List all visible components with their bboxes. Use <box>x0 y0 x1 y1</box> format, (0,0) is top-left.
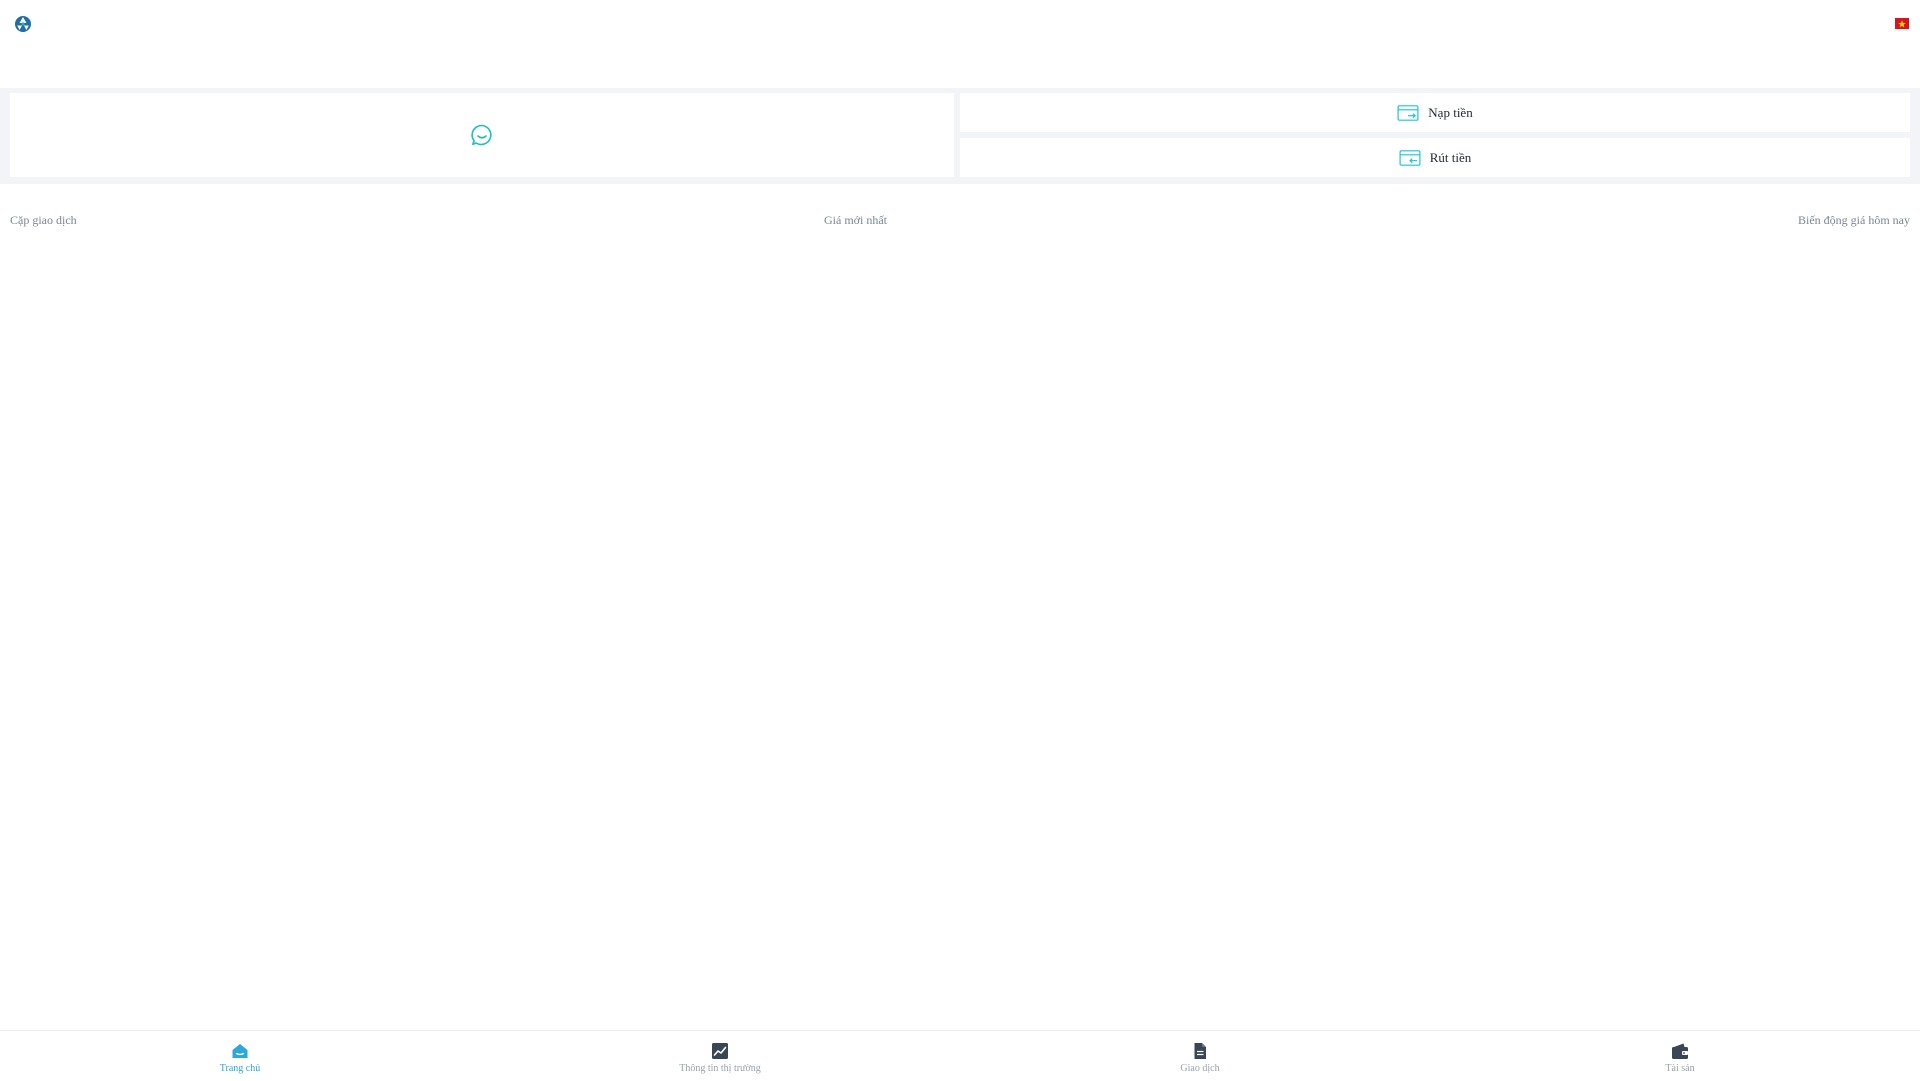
column-price-change-today: Biến động giá hôm nay <box>1798 213 1910 227</box>
chat-bubble-icon <box>471 124 492 146</box>
withdraw-button[interactable]: Rút tiền <box>960 138 1910 177</box>
nav-label-market: Thông tin thị trường <box>679 1063 761 1074</box>
nav-item-market[interactable]: Thông tin thị trường <box>480 1031 960 1081</box>
document-icon <box>1194 1043 1206 1059</box>
vietnam-flag-icon[interactable] <box>1895 18 1909 29</box>
top-header <box>0 0 1920 88</box>
home-icon <box>232 1044 248 1058</box>
nav-item-trade[interactable]: Giao dịch <box>960 1031 1440 1081</box>
chat-support-card[interactable] <box>10 93 954 177</box>
wallet-icon <box>1672 1043 1688 1059</box>
market-chart-icon <box>712 1043 728 1059</box>
nav-item-home[interactable]: Trang chủ <box>0 1031 480 1081</box>
nav-label-trade: Giao dịch <box>1180 1063 1220 1074</box>
column-latest-price: Giá mới nhất <box>824 213 887 227</box>
nav-label-home: Trang chủ <box>219 1063 261 1074</box>
flag-star-icon <box>1898 19 1906 27</box>
column-trading-pair: Cặp giao dịch <box>10 213 77 227</box>
bottom-navigation: Trang chủ Thông tin thị trường Giao dịch… <box>0 1030 1920 1081</box>
card-deposit-icon <box>1397 104 1419 121</box>
brand-logo-icon[interactable] <box>14 15 32 33</box>
deposit-button[interactable]: Nạp tiền <box>960 93 1910 132</box>
market-table-header: Cặp giao dịch Giá mới nhất Biến động giá… <box>10 213 1910 229</box>
nav-item-assets[interactable]: Tài sản <box>1440 1031 1920 1081</box>
card-withdraw-icon <box>1399 149 1421 166</box>
withdraw-label: Rút tiền <box>1429 149 1472 165</box>
deposit-label: Nạp tiền <box>1428 104 1473 120</box>
nav-label-assets: Tài sản <box>1665 1063 1695 1074</box>
